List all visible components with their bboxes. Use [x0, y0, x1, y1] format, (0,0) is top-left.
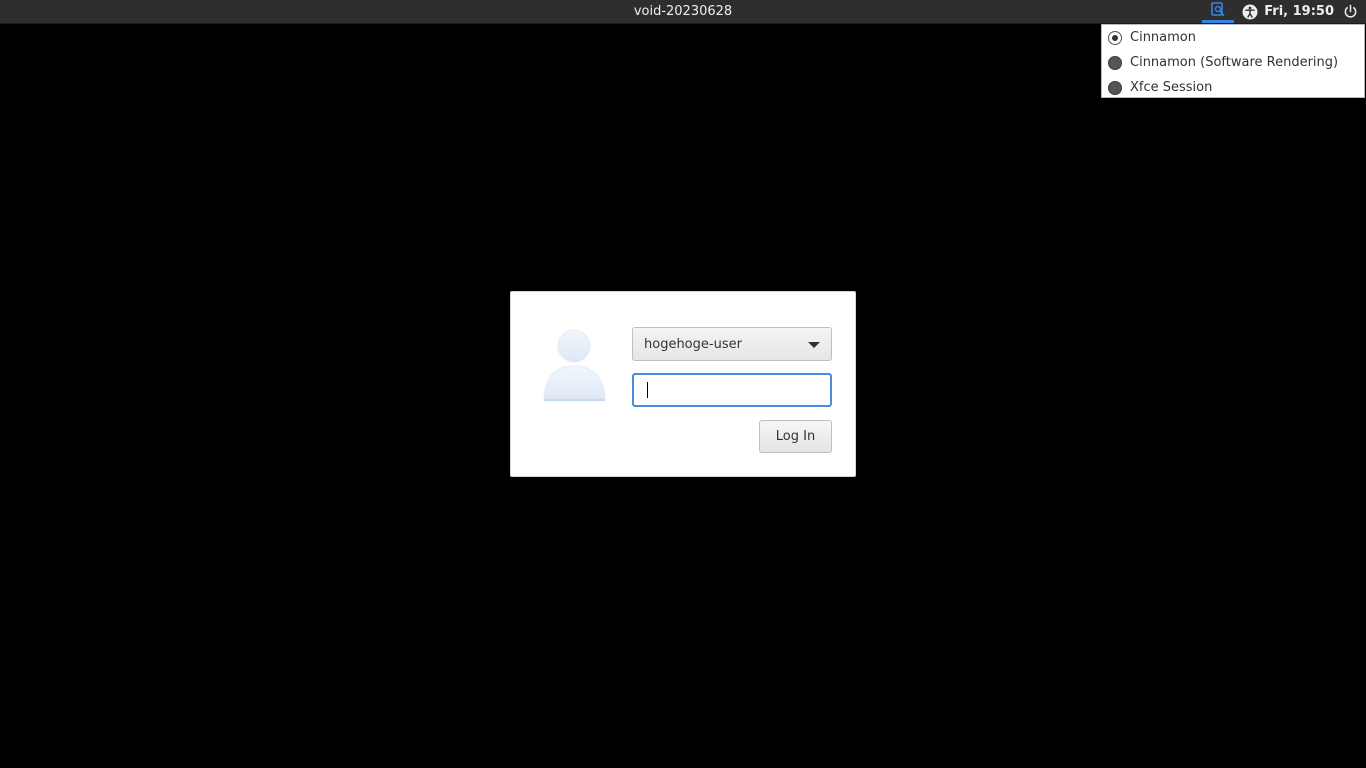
radio-checked-icon	[1108, 30, 1122, 45]
chevron-down-icon	[808, 342, 820, 348]
top-panel: void-20230628 Fri, 19:50	[0, 0, 1366, 24]
avatar-icon	[543, 329, 606, 401]
power-icon	[1344, 4, 1356, 18]
session-item-label: Cinnamon (Software Rendering)	[1130, 55, 1339, 70]
session-select-icon	[1211, 2, 1225, 17]
log-in-button[interactable]: Log In	[759, 420, 832, 453]
text-caret	[647, 382, 648, 398]
session-item-label: Xfce Session	[1130, 80, 1213, 95]
login-dialog: hogehoge-user Log In	[510, 291, 856, 477]
system-tray: Fri, 19:50	[1202, 0, 1366, 23]
session-selector-button[interactable]	[1202, 0, 1235, 23]
power-button[interactable]	[1340, 0, 1360, 23]
user-select[interactable]: hogehoge-user	[632, 327, 832, 361]
session-item-cinnamon[interactable]: Cinnamon	[1102, 25, 1364, 50]
hostname-label: void-20230628	[633, 4, 733, 19]
password-input[interactable]	[632, 373, 832, 407]
session-menu: Cinnamon Cinnamon (Software Rendering) X…	[1101, 24, 1365, 98]
session-item-label: Cinnamon	[1130, 30, 1196, 45]
accessibility-button[interactable]	[1240, 0, 1260, 23]
session-item-cinnamon-software-rendering[interactable]: Cinnamon (Software Rendering)	[1102, 50, 1364, 75]
session-item-xfce[interactable]: Xfce Session	[1102, 75, 1364, 100]
radio-unchecked-icon	[1108, 55, 1122, 70]
radio-unchecked-icon	[1108, 80, 1122, 95]
user-select-value: hogehoge-user	[644, 336, 742, 352]
clock: Fri, 19:50	[1264, 4, 1334, 19]
accessibility-icon	[1242, 4, 1258, 19]
